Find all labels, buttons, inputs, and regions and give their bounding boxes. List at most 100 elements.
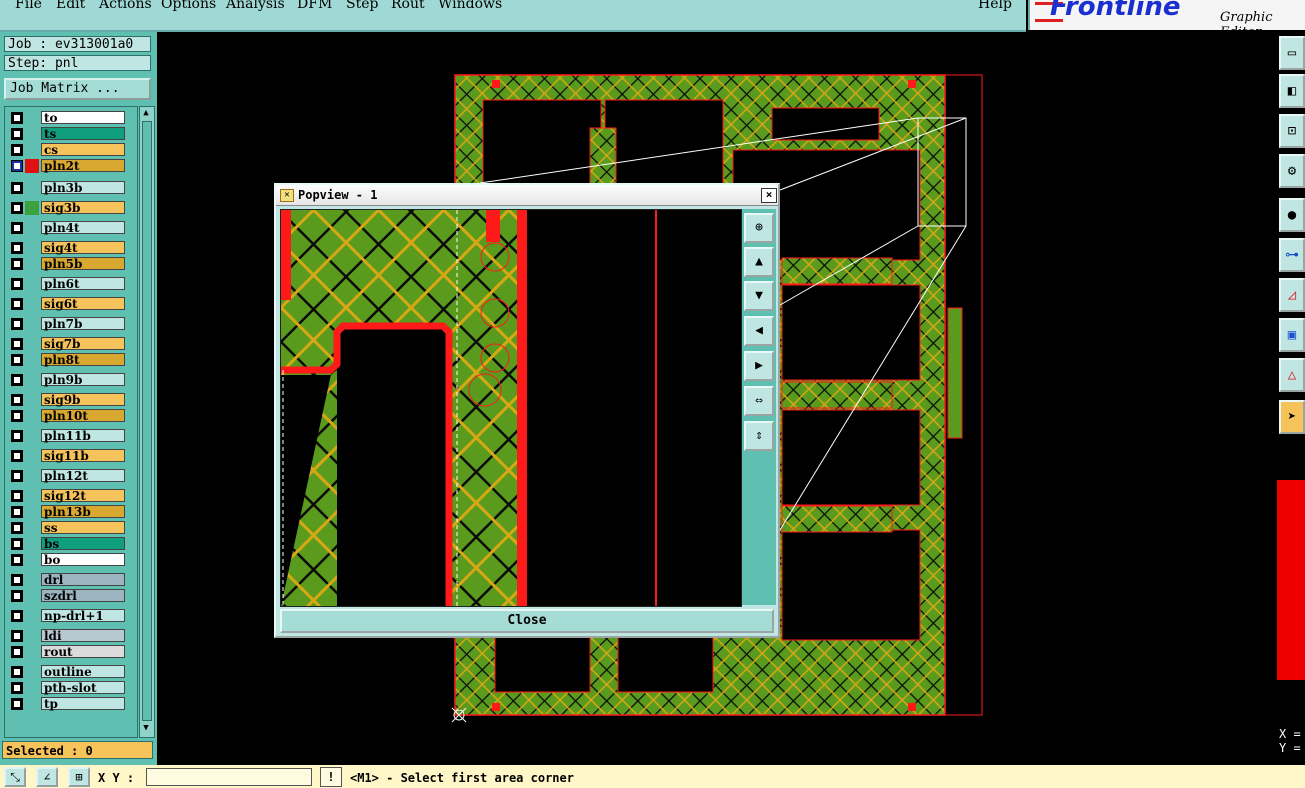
layer-row-pln8t[interactable]: pln8t — [7, 353, 125, 367]
layer-name[interactable]: sig12t — [41, 489, 125, 503]
layer-checkbox[interactable] — [11, 318, 23, 330]
layer-color-swatch[interactable] — [25, 469, 39, 483]
layer-checkbox[interactable] — [11, 574, 23, 586]
menu-help[interactable]: Help — [978, 0, 1012, 12]
popview-viewport[interactable] — [280, 209, 742, 607]
menu-actions[interactable]: Actions — [99, 0, 152, 12]
layer-checkbox[interactable] — [11, 610, 23, 622]
layer-checkbox[interactable] — [11, 522, 23, 534]
grid-tool-icon[interactable]: ⊞ — [68, 767, 90, 787]
layer-color-swatch[interactable] — [25, 589, 39, 603]
layer-checkbox[interactable] — [11, 490, 23, 502]
layer-color-swatch[interactable] — [25, 697, 39, 711]
layer-list-scrollbar[interactable]: ▲ ▼ — [139, 106, 155, 738]
zoom-out-icon[interactable]: ⇕ — [744, 421, 774, 451]
layer-name[interactable]: pln4t — [41, 221, 125, 235]
layer-name[interactable]: pln13b — [41, 505, 125, 519]
layer-checkbox[interactable] — [11, 182, 23, 194]
layer-row-pln6t[interactable]: pln6t — [7, 277, 125, 291]
layer-row-pth-slot[interactable]: pth-slot — [7, 681, 125, 695]
layer-checkbox[interactable] — [11, 450, 23, 462]
layer-row-bs[interactable]: bs — [7, 537, 125, 551]
layer-color-swatch[interactable] — [25, 353, 39, 367]
toolbar-pointer-icon[interactable]: ➤ — [1279, 400, 1305, 434]
layer-checkbox[interactable] — [11, 630, 23, 642]
menu-step[interactable]: Step — [346, 0, 378, 12]
layer-row-pln7b[interactable]: pln7b — [7, 317, 125, 331]
layer-row-ldi[interactable]: ldi — [7, 629, 125, 643]
layer-checkbox[interactable] — [11, 554, 23, 566]
layer-row-ss[interactable]: ss — [7, 521, 125, 535]
layer-color-swatch[interactable] — [25, 241, 39, 255]
layer-checkbox[interactable] — [11, 374, 23, 386]
menu-options[interactable]: Options — [161, 0, 216, 12]
layer-name[interactable]: pln8t — [41, 353, 125, 367]
layer-color-swatch[interactable] — [25, 553, 39, 567]
toolbar-tools-icon[interactable]: ⚙ — [1279, 154, 1305, 188]
layer-checkbox[interactable] — [11, 128, 23, 140]
pan-left-icon[interactable]: ◀ — [744, 316, 774, 346]
toolbar-angle-icon[interactable]: △ — [1279, 358, 1305, 392]
zoom-in-icon[interactable]: ⊕ — [744, 213, 774, 243]
layer-name[interactable]: ss — [41, 521, 125, 535]
layer-name[interactable]: pln10t — [41, 409, 125, 423]
toolbar-frame-icon[interactable]: ▭ — [1279, 36, 1305, 70]
layer-row-sig11b[interactable]: sig11b — [7, 449, 125, 463]
layer-color-swatch[interactable] — [25, 221, 39, 235]
layer-color-swatch[interactable] — [25, 257, 39, 271]
layer-row-sig4t[interactable]: sig4t — [7, 241, 125, 255]
layer-name[interactable]: np-drl+1 — [41, 609, 125, 623]
toolbar-fit-icon[interactable]: ⊡ — [1279, 114, 1305, 148]
layer-checkbox[interactable] — [11, 144, 23, 156]
layer-color-swatch[interactable] — [25, 111, 39, 125]
layer-name[interactable]: pln5b — [41, 257, 125, 271]
layer-name[interactable]: to — [41, 111, 125, 125]
pan-up-icon[interactable]: ▲ — [744, 247, 774, 277]
layer-row-sig7b[interactable]: sig7b — [7, 337, 125, 351]
layer-row-np-drl-1[interactable]: np-drl+1 — [7, 609, 125, 623]
layer-name[interactable]: pln7b — [41, 317, 125, 331]
layer-checkbox[interactable] — [11, 278, 23, 290]
layer-color-swatch[interactable] — [25, 573, 39, 587]
layer-row-pln12t[interactable]: pln12t — [7, 469, 125, 483]
layer-checkbox[interactable] — [11, 698, 23, 710]
layer-color-swatch[interactable] — [25, 505, 39, 519]
layer-row-pln9b[interactable]: pln9b — [7, 373, 125, 387]
zoom-fit-icon[interactable]: ⇔ — [744, 386, 774, 416]
layer-color-swatch[interactable] — [25, 629, 39, 643]
layer-name[interactable]: pln3b — [41, 181, 125, 195]
popview-titlebar[interactable]: ✕ Popview - 1 × — [276, 185, 778, 206]
layer-name[interactable]: sig6t — [41, 297, 125, 311]
layer-row-drl[interactable]: drl — [7, 573, 125, 587]
layer-checkbox[interactable] — [11, 646, 23, 658]
menu-windows[interactable]: Windows — [438, 0, 502, 12]
warning-button[interactable]: ! — [320, 767, 342, 787]
layer-color-swatch[interactable] — [25, 393, 39, 407]
layer-row-cs[interactable]: cs — [7, 143, 125, 157]
layer-name[interactable]: sig4t — [41, 241, 125, 255]
layer-checkbox[interactable] — [11, 410, 23, 422]
layer-row-pln11b[interactable]: pln11b — [7, 429, 125, 443]
layer-row-pln10t[interactable]: pln10t — [7, 409, 125, 423]
layer-row-pln2t[interactable]: pln2t — [7, 159, 125, 173]
job-matrix-button[interactable]: Job Matrix ... — [4, 78, 151, 100]
layer-name[interactable]: tp — [41, 697, 125, 711]
layer-checkbox[interactable] — [11, 430, 23, 442]
layer-row-outline[interactable]: outline — [7, 665, 125, 679]
layer-checkbox[interactable] — [11, 298, 23, 310]
layer-color-swatch[interactable] — [25, 143, 39, 157]
layer-color-swatch[interactable] — [25, 665, 39, 679]
layer-row-pln5b[interactable]: pln5b — [7, 257, 125, 271]
toolbar-layer-icon[interactable]: ▣ — [1279, 318, 1305, 352]
layer-checkbox[interactable] — [11, 538, 23, 550]
layer-color-swatch[interactable] — [25, 681, 39, 695]
layer-name[interactable]: szdrl — [41, 589, 125, 603]
scroll-down-icon[interactable]: ▼ — [141, 723, 151, 733]
layer-checkbox[interactable] — [11, 470, 23, 482]
layer-color-swatch[interactable] — [25, 201, 39, 215]
menu-rout[interactable]: Rout — [391, 0, 425, 12]
layer-row-rout[interactable]: rout — [7, 645, 125, 659]
layer-row-pln4t[interactable]: pln4t — [7, 221, 125, 235]
layer-checkbox[interactable] — [11, 222, 23, 234]
layer-row-tp[interactable]: tp — [7, 697, 125, 711]
